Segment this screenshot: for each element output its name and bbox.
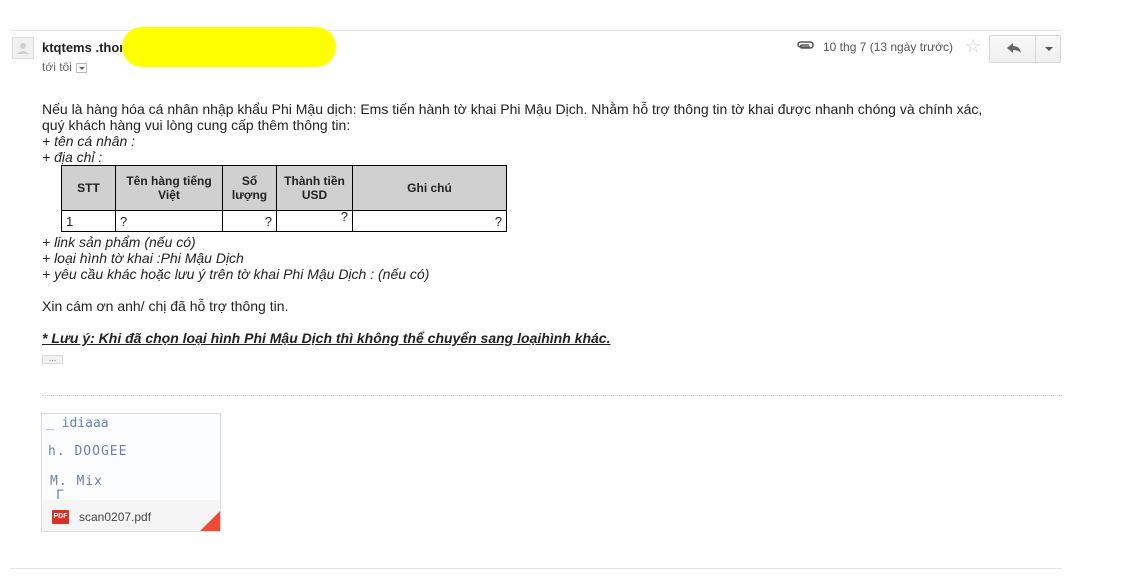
cell-qty: ? <box>222 210 277 232</box>
intro-line-2: quý khách hàng vui lòng cung cấp thêm th… <box>42 117 351 133</box>
preview-line: h. DOOGEE <box>48 444 128 459</box>
corner-fold-icon <box>200 511 220 531</box>
show-trimmed-content-button[interactable]: ... <box>42 354 63 364</box>
sender-avatar[interactable] <box>12 37 34 59</box>
redaction-mark <box>122 27 336 67</box>
attachment-divider <box>42 395 1062 396</box>
item-request-line: + yêu cầu khác hoặc lưu ý trên tờ khai P… <box>42 266 430 282</box>
reply-icon <box>1007 43 1021 53</box>
col-header-item: Tên hàng tiếng Việt <box>115 165 223 211</box>
preview-line: _ idiaaa <box>46 416 109 431</box>
preview-line: Γ <box>56 488 64 500</box>
paperclip-icon <box>797 41 814 49</box>
recipient-line[interactable]: tới tôi <box>42 60 87 74</box>
intro-line-1: Nếu là hàng hóa cá nhân nhập khẩu Phi Mậ… <box>42 101 983 117</box>
info-table: STT Tên hàng tiếng Việt Số lượng Thành t… <box>61 165 507 232</box>
col-header-qty: Số lượng <box>222 165 277 211</box>
message-date: 10 thg 7 (13 ngày trước) <box>823 40 953 54</box>
col-header-amount: Thành tiền USD <box>276 165 353 211</box>
note-line: * Lưu ý: Khi đã chọn loại hình Phi Mậu D… <box>42 330 611 346</box>
item-name-line: + tên cá nhân : <box>42 133 136 149</box>
attachment-preview: _ idiaaa h. DOOGEE M. Mix Γ <box>42 414 220 500</box>
sender-name[interactable]: ktqtems .thor <box>42 40 124 55</box>
col-header-stt: STT <box>61 165 116 211</box>
table-header-row: STT Tên hàng tiếng Việt Số lượng Thành t… <box>61 165 507 211</box>
preview-line: M. Mix <box>50 474 103 489</box>
bottom-divider <box>10 568 1062 569</box>
cell-amount: ? <box>276 210 353 232</box>
pdf-icon: PDF <box>52 510 69 524</box>
cell-item: ? <box>115 210 223 232</box>
cell-notes: ? <box>352 210 507 232</box>
person-icon <box>17 43 29 54</box>
more-options-button[interactable] <box>1035 35 1061 63</box>
cell-stt: 1 <box>61 210 116 232</box>
reply-button[interactable] <box>989 35 1036 63</box>
recipient-details-icon[interactable] <box>75 63 87 73</box>
star-icon[interactable]: ☆ <box>965 36 981 57</box>
item-link-line: + link sản phẩm (nếu có) <box>42 234 196 250</box>
attachment-filename: scan0207.pdf <box>79 510 152 524</box>
table-row: 1 ? ? ? ? <box>61 210 507 232</box>
thanks-line: Xin cám ơn anh/ chị đã hỗ trợ thông tin. <box>42 298 289 314</box>
item-address-line: + địa chỉ : <box>42 149 103 165</box>
col-header-notes: Ghi chú <box>352 165 507 211</box>
item-type-line: + loại hình tờ khai :Phi Mậu Dịch <box>42 250 244 266</box>
attachment-card[interactable]: _ idiaaa h. DOOGEE M. Mix Γ PDF scan0207… <box>41 413 221 532</box>
recipient-label: tới tôi <box>42 60 72 74</box>
